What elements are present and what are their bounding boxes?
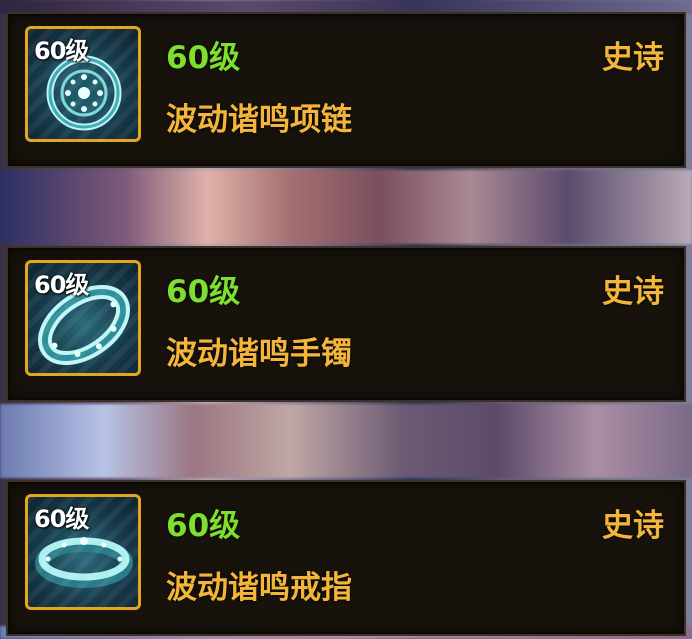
item-name-text: 波动谐鸣项链: [166, 102, 352, 138]
item-icon-frame[interactable]: 60级: [25, 260, 141, 376]
level-badge: 60级: [34, 271, 89, 299]
background-band-lower: [0, 404, 692, 478]
item-card-necklace[interactable]: 60级 60级 史诗 波动谐鸣项链: [6, 12, 686, 168]
item-rarity-text: 史诗: [602, 274, 664, 310]
background-band-middle: [0, 170, 692, 244]
item-name-text: 波动谐鸣手镯: [166, 336, 352, 372]
item-level-text: 60级: [166, 40, 241, 76]
item-level-text: 60级: [166, 508, 241, 544]
item-name-text: 波动谐鸣戒指: [166, 570, 352, 606]
level-badge: 60级: [34, 505, 89, 533]
item-card-ring[interactable]: 60级 60级 史诗 波动谐鸣戒指: [6, 480, 686, 636]
item-level-text: 60级: [166, 274, 241, 310]
item-rarity-text: 史诗: [602, 508, 664, 544]
item-icon-frame[interactable]: 60级: [25, 494, 141, 610]
item-icon-frame[interactable]: 60级: [25, 26, 141, 142]
level-badge: 60级: [34, 37, 89, 65]
item-card-bracelet[interactable]: 60级 60级 史诗 波动谐鸣手镯: [6, 246, 686, 402]
item-rarity-text: 史诗: [602, 40, 664, 76]
